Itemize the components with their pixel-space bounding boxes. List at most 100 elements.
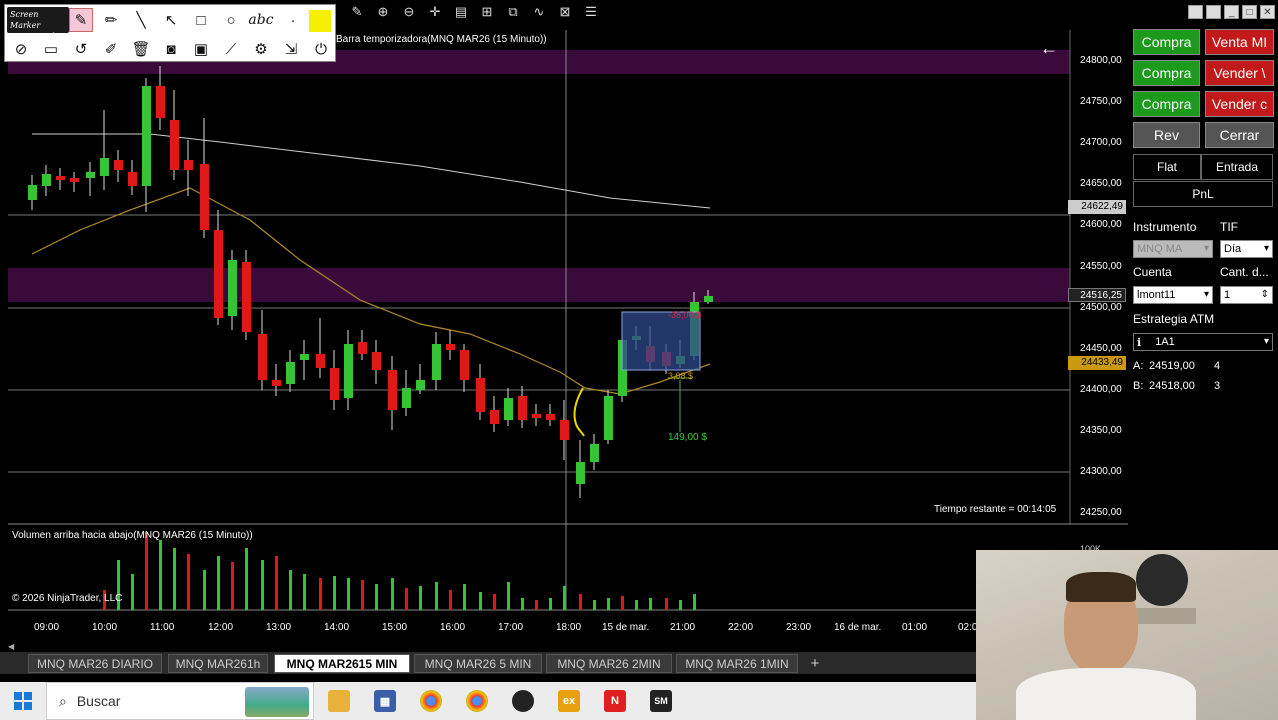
- eraser-icon[interactable]: ✐: [99, 37, 123, 61]
- order-icon[interactable]: ⊠: [556, 4, 574, 20]
- atm-strategy-select[interactable]: ℹ 1A1 ▾: [1133, 333, 1273, 351]
- pen-icon[interactable]: ✏: [99, 8, 123, 32]
- dot-size-icon[interactable]: ·: [281, 8, 305, 32]
- volume-bar: [679, 600, 682, 610]
- ninjatrader-icon[interactable]: N: [604, 690, 626, 712]
- zoom-out-icon[interactable]: ⊖: [400, 4, 418, 20]
- circle-icon[interactable]: ○: [219, 8, 243, 32]
- instrument-select[interactable]: MNQ MA ▾: [1133, 240, 1213, 258]
- file-explorer-icon[interactable]: [328, 690, 350, 712]
- price-axis-label: 24550,00: [1080, 260, 1122, 272]
- zoom-in-icon[interactable]: ⊕: [374, 4, 392, 20]
- chevron-down-icon: ▾: [1203, 243, 1209, 254]
- tab-mnq-15min[interactable]: MNQ MAR2615 MIN: [274, 654, 410, 673]
- sell-stop-button[interactable]: Vender c: [1205, 91, 1274, 117]
- volume-bar: [217, 556, 220, 610]
- reverse-button[interactable]: Rev: [1133, 122, 1200, 148]
- tif-select[interactable]: Día ▾: [1220, 240, 1273, 258]
- ask-label: A:: [1133, 360, 1144, 372]
- calculator-icon[interactable]: ▦: [374, 690, 396, 712]
- position-status: Flat: [1133, 154, 1201, 180]
- candle-body: [128, 172, 137, 186]
- volume-bar: [333, 576, 336, 610]
- power-icon[interactable]: ⏻: [309, 37, 333, 61]
- window-tile-2-icon[interactable]: [1206, 5, 1221, 19]
- maximize-icon[interactable]: □: [1242, 5, 1257, 19]
- video-icon[interactable]: ▣: [189, 37, 213, 61]
- excel-icon[interactable]: ex: [558, 690, 580, 712]
- arrow-line-icon[interactable]: ↖: [159, 8, 183, 32]
- taskbar-search[interactable]: ⌕ Buscar: [46, 682, 314, 720]
- sell-market-button[interactable]: Venta MI: [1205, 29, 1274, 55]
- account-value: lmont11: [1137, 289, 1176, 301]
- quantity-value: 1: [1224, 289, 1231, 301]
- screen-icon[interactable]: ▭: [39, 37, 63, 61]
- price-chart[interactable]: [0, 0, 1128, 650]
- tab-mnq-5min[interactable]: MNQ MAR26 5 MIN: [414, 654, 542, 673]
- scroll-left-icon[interactable]: ◀: [8, 642, 14, 651]
- remaining-time: Tiempo restante = 00:14:05: [934, 504, 1057, 515]
- volume-bar: [289, 570, 292, 610]
- screen-marker-logo: Screen Marker & Recorder: [7, 7, 69, 41]
- order-bracket-box[interactable]: [621, 311, 701, 371]
- atm-value: 1A1: [1155, 336, 1175, 348]
- undo-icon[interactable]: ↺: [69, 37, 93, 61]
- pencil-icon[interactable]: ✎: [348, 4, 366, 20]
- candle-body: [576, 462, 585, 484]
- trash-icon[interactable]: 🗑: [129, 37, 153, 61]
- obs-icon[interactable]: [512, 690, 534, 712]
- chart-area[interactable]: 24800,00 24750,00 24700,00 24650,00 24600,00…: [0, 0, 1128, 650]
- hide-icon[interactable]: ⊘: [9, 37, 33, 61]
- atm-strategy-label: Estrategia ATM: [1133, 312, 1215, 326]
- color-swatch[interactable]: [309, 10, 331, 32]
- candle-body: [228, 260, 237, 316]
- crosshair-icon[interactable]: ✛: [426, 4, 444, 20]
- volume-bar: [173, 548, 176, 610]
- screen-marker-icon[interactable]: SM: [650, 690, 672, 712]
- close-position-button[interactable]: Cerrar: [1205, 122, 1274, 148]
- time-axis-label: 15:00: [382, 622, 408, 633]
- tab-mnq-2min[interactable]: MNQ MAR26 2MIN: [546, 654, 672, 673]
- settings-icon[interactable]: ⚙: [249, 37, 273, 61]
- drawing-icon[interactable]: ∿: [530, 4, 548, 20]
- back-arrow-icon[interactable]: ←: [1040, 38, 1058, 59]
- person-hair: [1066, 572, 1136, 602]
- tab-mnq-diario[interactable]: MNQ MAR26 DIARIO: [28, 654, 162, 673]
- windows-start-icon[interactable]: [14, 692, 32, 710]
- marker-pen-icon[interactable]: ✎: [69, 8, 93, 32]
- indicator-icon[interactable]: ⧉: [504, 4, 522, 20]
- candle-body: [546, 414, 555, 420]
- buy-limit-button[interactable]: Compra: [1133, 60, 1200, 86]
- buy-market-button[interactable]: Compra: [1133, 29, 1200, 55]
- close-icon[interactable]: ✕: [1260, 5, 1275, 19]
- camera-icon[interactable]: ◙: [159, 37, 183, 61]
- laser-icon[interactable]: ⟋: [219, 37, 243, 61]
- rectangle-icon[interactable]: □: [189, 8, 213, 32]
- time-axis-label: 10:00: [92, 622, 118, 633]
- volume-bar: [131, 574, 134, 610]
- volume-bar: [593, 600, 596, 610]
- price-axis-label: 24450,00: [1080, 342, 1122, 354]
- tab-mnq-1min[interactable]: MNQ MAR26 1MIN: [676, 654, 798, 673]
- minimize-icon[interactable]: _: [1224, 5, 1239, 19]
- strategy-icon[interactable]: ⊞: [478, 4, 496, 20]
- quantity-stepper[interactable]: 1 ⇕: [1220, 286, 1273, 304]
- sell-limit-button[interactable]: Vender \: [1205, 60, 1274, 86]
- add-tab-button[interactable]: +: [804, 654, 826, 673]
- tab-mnq-1h[interactable]: MNQ MAR261h: [168, 654, 268, 673]
- volume-bar: [275, 556, 278, 610]
- menu-icon[interactable]: ☰: [582, 4, 600, 20]
- properties-icon[interactable]: ▤: [452, 4, 470, 20]
- buy-stop-button[interactable]: Compra: [1133, 91, 1200, 117]
- candle-body: [170, 120, 179, 170]
- candle-body: [156, 86, 165, 118]
- line-icon[interactable]: ╲: [129, 8, 153, 32]
- volume-bar: [449, 590, 452, 610]
- window-tile-icon[interactable]: [1188, 5, 1203, 19]
- account-select[interactable]: lmont11 ▾: [1133, 286, 1213, 304]
- text-icon[interactable]: abc: [248, 8, 273, 32]
- minimize-tool-icon[interactable]: ⇲: [279, 37, 303, 61]
- chrome-icon[interactable]: [466, 690, 488, 712]
- webcam-overlay: [976, 550, 1278, 720]
- chrome-icon[interactable]: [420, 690, 442, 712]
